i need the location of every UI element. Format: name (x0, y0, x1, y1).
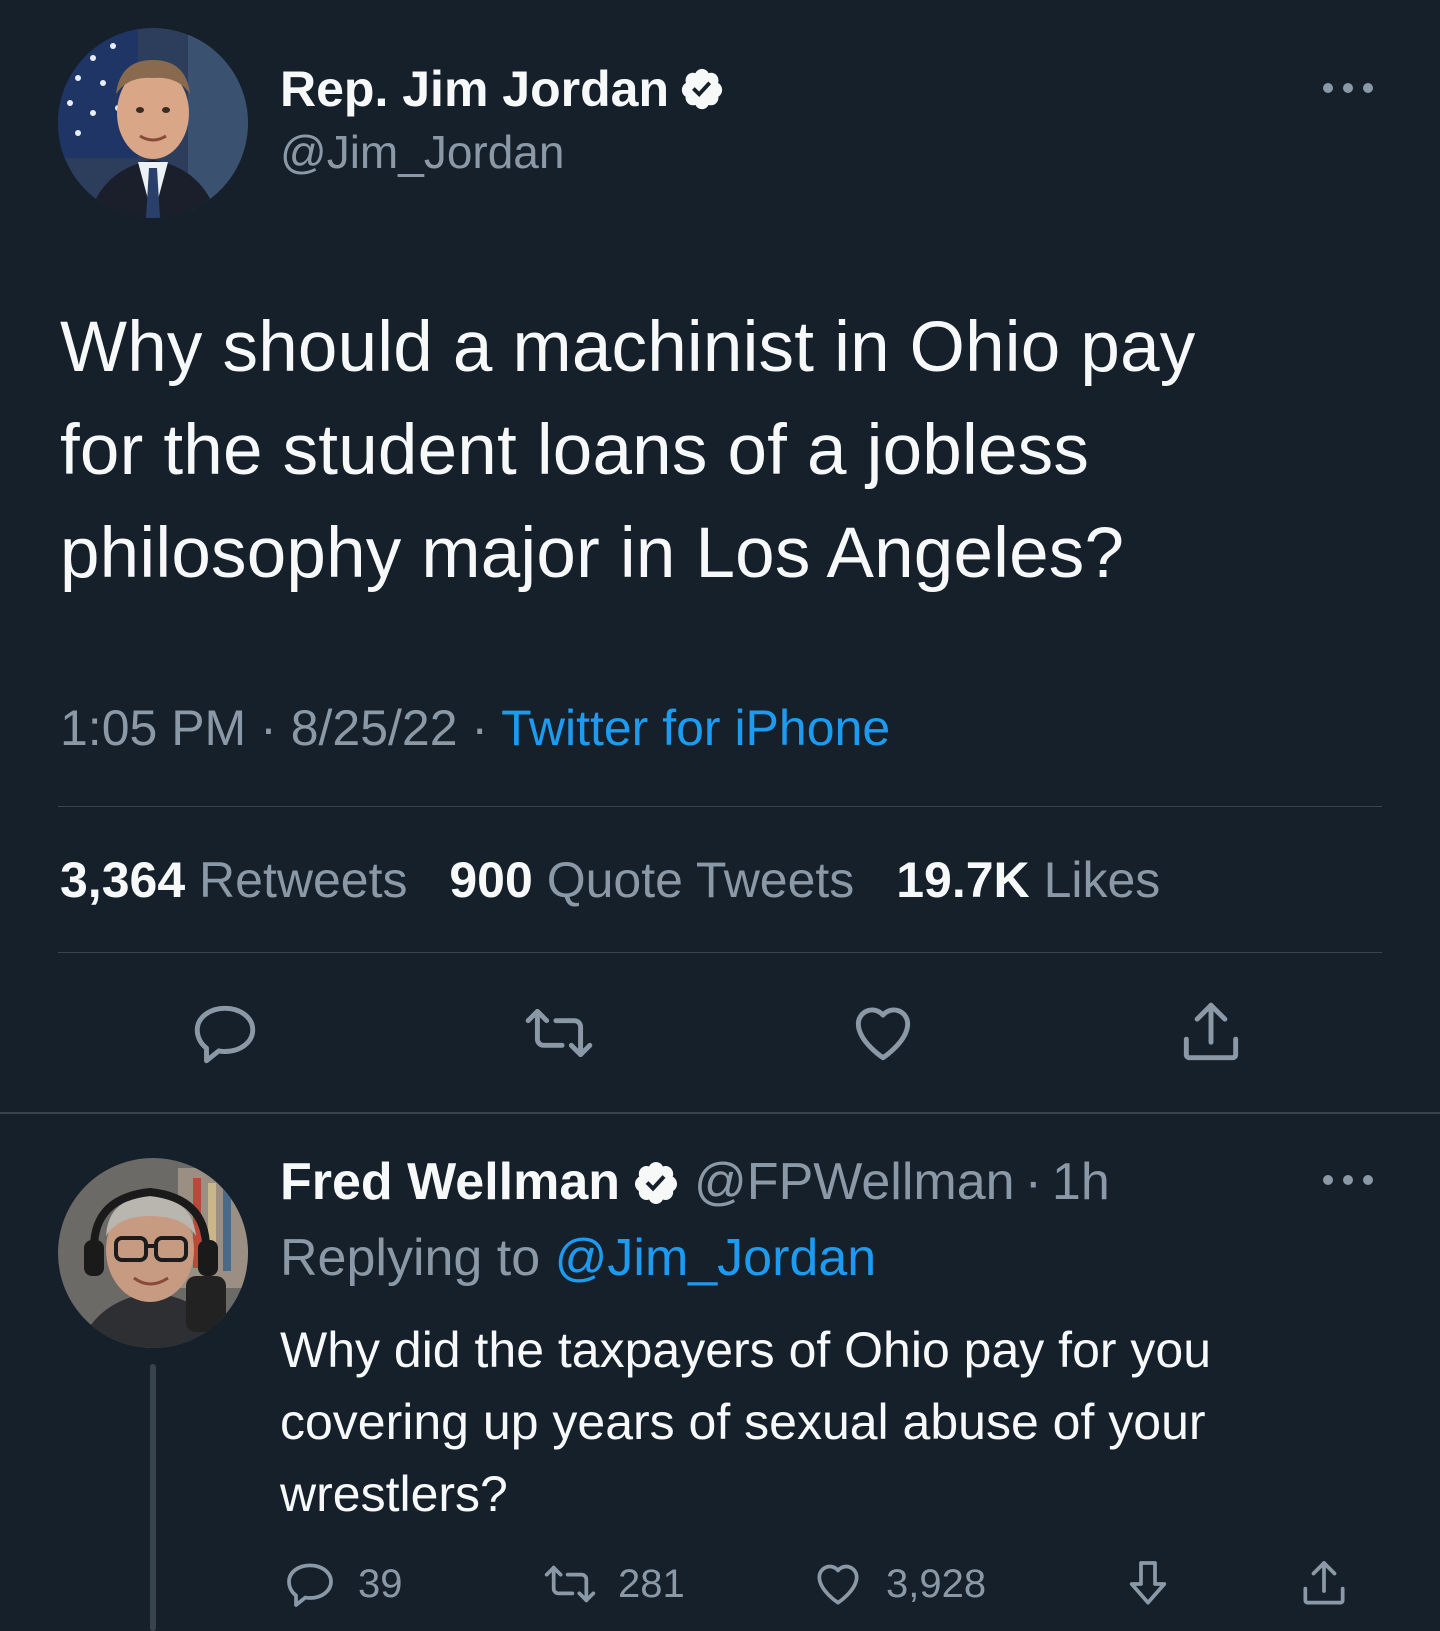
tweet-time[interactable]: 1:05 PM (60, 700, 246, 756)
reply-text: Why did the taxpayers of Ohio pay for yo… (280, 1322, 1212, 1522)
more-options-icon[interactable] (1320, 1172, 1376, 1188)
tweet-action-bar (0, 996, 1440, 1076)
reply-share-button[interactable] (1296, 1556, 1352, 1612)
reply-like-button[interactable]: 3,928 (810, 1556, 986, 1612)
tweet-date[interactable]: 8/25/22 (291, 700, 458, 756)
like-icon (817, 1564, 859, 1605)
quotes-label: Quote Tweets (546, 852, 855, 908)
tweet-source-link[interactable]: Twitter for iPhone (501, 700, 890, 756)
avatar[interactable] (58, 28, 248, 218)
likes-count: 19.7K (896, 852, 1030, 908)
handle[interactable]: @Jim_Jordan (280, 122, 725, 182)
divider (58, 806, 1382, 807)
author-block: Rep. Jim Jordan @Jim_Jordan (280, 58, 725, 182)
tweet-stats: 3,364 Retweets 900 Quote Tweets 19.7K Li… (60, 848, 1188, 912)
section-divider (0, 1112, 1440, 1114)
quotes-stat[interactable]: 900 Quote Tweets (449, 852, 882, 908)
divider (58, 952, 1382, 953)
verified-badge-icon (679, 66, 725, 112)
retweets-count: 3,364 (60, 852, 186, 908)
replying-mention-link[interactable]: @Jim_Jordan (555, 1229, 877, 1287)
reply-action-bar: 39 281 3,928 (0, 1556, 1440, 1626)
retweet-icon[interactable] (522, 996, 596, 1070)
reply-count: 39 (358, 1561, 403, 1606)
tweet-text: Why should a machinist in Ohio pay for t… (60, 308, 1196, 593)
tweet-detail-page: Rep. Jim Jordan @Jim_Jordan Why should a… (0, 0, 1440, 1631)
likes-stat[interactable]: 19.7K Likes (896, 852, 1188, 908)
reply-handle[interactable]: @FPWellman (694, 1150, 1015, 1214)
more-options-icon[interactable] (1320, 80, 1376, 96)
retweet-count: 281 (618, 1561, 685, 1606)
replying-prefix: Replying to (280, 1229, 541, 1287)
verified-badge-icon (632, 1158, 680, 1206)
reply-age[interactable]: 1h (1052, 1150, 1110, 1214)
reply-retweet-button[interactable]: 281 (542, 1556, 685, 1612)
share-icon (1303, 1561, 1345, 1605)
reply-display-name[interactable]: Fred Wellman (280, 1150, 620, 1214)
retweet-icon (544, 1565, 596, 1603)
display-name[interactable]: Rep. Jim Jordan (280, 58, 669, 120)
tweet-meta: 1:05 PM · 8/25/22 · Twitter for iPhone (60, 696, 890, 760)
display-name-row: Rep. Jim Jordan (280, 58, 725, 120)
likes-label: Likes (1043, 852, 1161, 908)
reply-header: Fred Wellman @FPWellman · 1h (280, 1150, 1110, 1214)
reply-icon (287, 1563, 333, 1607)
main-tweet: Rep. Jim Jordan @Jim_Jordan Why should a… (0, 0, 1440, 1112)
like-count: 3,928 (886, 1561, 987, 1606)
like-icon[interactable] (846, 996, 920, 1070)
meta-separator: · (260, 700, 277, 756)
reply-icon[interactable] (188, 996, 262, 1070)
download-icon (1129, 1561, 1167, 1605)
retweets-label: Retweets (199, 852, 408, 908)
meta-separator: · (471, 700, 489, 756)
share-icon[interactable] (1174, 996, 1248, 1070)
retweets-stat[interactable]: 3,364 Retweets (60, 852, 435, 908)
reply-reply-button[interactable]: 39 (282, 1556, 403, 1612)
reply-avatar[interactable] (58, 1158, 248, 1348)
reply-download-button[interactable] (1120, 1556, 1176, 1612)
header-separator: · (1024, 1153, 1042, 1211)
quotes-count: 900 (449, 852, 533, 908)
replying-to: Replying to @Jim_Jordan (280, 1226, 876, 1290)
